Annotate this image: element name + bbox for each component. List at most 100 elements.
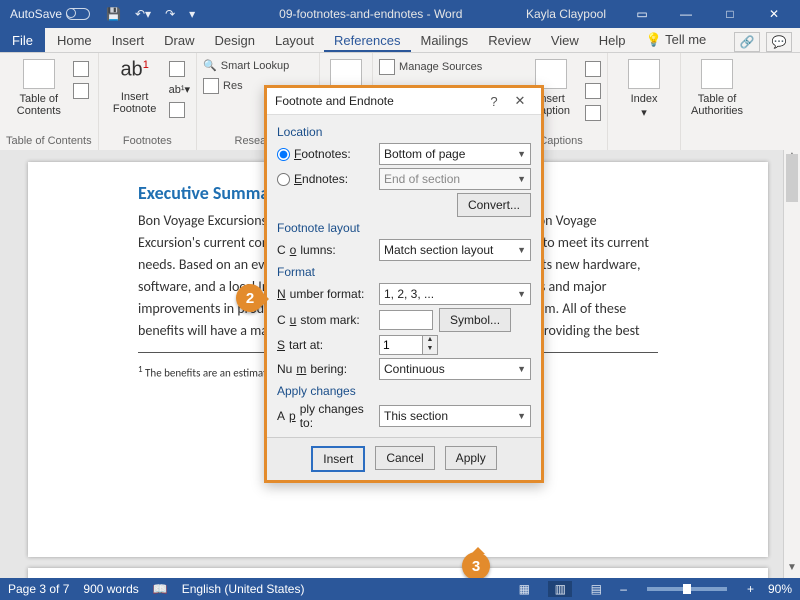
caption-opt1[interactable] bbox=[585, 61, 601, 77]
footnotes-location-combo[interactable]: Bottom of page▼ bbox=[379, 143, 531, 165]
zoom-out-button[interactable]: – bbox=[620, 582, 627, 596]
symbol-button[interactable]: Symbol... bbox=[439, 308, 511, 332]
apply-to-combo[interactable]: This section▼ bbox=[379, 405, 531, 427]
ribbon-options-icon[interactable]: ▭ bbox=[620, 0, 664, 28]
scroll-down-icon[interactable]: ▼ bbox=[784, 562, 800, 578]
zoom-in-button[interactable]: + bbox=[747, 582, 754, 596]
web-layout-icon[interactable]: ▤ bbox=[586, 581, 606, 597]
toa-icon bbox=[701, 59, 733, 89]
group-index: Index▾ bbox=[608, 53, 681, 151]
notes-icon bbox=[169, 102, 185, 118]
insert-endnote-button[interactable] bbox=[169, 61, 190, 77]
language-indicator[interactable]: English (United States) bbox=[182, 582, 305, 596]
insert-footnote-button[interactable]: ab1 Insert Footnote bbox=[105, 59, 165, 115]
footnotes-label: Footnotes: bbox=[294, 147, 351, 161]
caption-opt2[interactable] bbox=[585, 83, 601, 99]
number-format-label: Number format: bbox=[277, 287, 373, 301]
spin-down-icon[interactable]: ▼ bbox=[423, 345, 437, 354]
convert-button[interactable]: Convert... bbox=[457, 193, 531, 217]
comments-button[interactable]: 💬 bbox=[766, 32, 792, 52]
index-icon bbox=[628, 59, 660, 89]
location-group-label: Location bbox=[277, 125, 531, 139]
tell-me[interactable]: 💡 Tell me bbox=[636, 28, 717, 52]
caption-opt3[interactable] bbox=[585, 105, 601, 121]
table-of-authorities-button[interactable]: Table of Authorities bbox=[687, 59, 747, 117]
tab-insert[interactable]: Insert bbox=[102, 29, 155, 52]
next-footnote-button[interactable]: ab¹▾ bbox=[169, 83, 190, 96]
group-label: Footnotes bbox=[123, 133, 172, 149]
tab-help[interactable]: Help bbox=[589, 29, 636, 52]
format-group-label: Format bbox=[277, 265, 531, 279]
number-format-combo[interactable]: 1, 2, 3, ...▼ bbox=[379, 283, 531, 305]
zoom-slider[interactable] bbox=[647, 587, 727, 591]
user-name[interactable]: Kayla Claypool bbox=[512, 7, 620, 21]
chevron-down-icon: ▼ bbox=[517, 364, 526, 374]
chevron-down-icon: ▼ bbox=[517, 245, 526, 255]
researcher-button[interactable]: Res bbox=[203, 78, 243, 94]
close-icon[interactable]: ✕ bbox=[752, 0, 796, 28]
cancel-button[interactable]: Cancel bbox=[375, 446, 434, 470]
scroll-thumb[interactable] bbox=[786, 154, 798, 202]
toggle-off-icon bbox=[66, 8, 90, 20]
start-at-spinner[interactable]: ▲▼ bbox=[379, 335, 438, 355]
group-label: Captions bbox=[539, 133, 582, 149]
dialog-close-button[interactable]: ✕ bbox=[507, 93, 533, 109]
vertical-scrollbar[interactable]: ▲ ▼ bbox=[783, 150, 800, 578]
footnotes-radio[interactable] bbox=[277, 148, 290, 161]
columns-combo[interactable]: Match section layout▼ bbox=[379, 239, 531, 261]
tab-view[interactable]: View bbox=[541, 29, 589, 52]
footnote-endnote-dialog: Footnote and Endnote ? ✕ Location Footno… bbox=[264, 85, 544, 483]
show-notes-button[interactable] bbox=[169, 102, 190, 118]
numbering-combo[interactable]: Continuous▼ bbox=[379, 358, 531, 380]
document-title: 09-footnotes-and-endnotes - Word bbox=[279, 7, 462, 21]
tab-design[interactable]: Design bbox=[205, 29, 265, 52]
page-indicator[interactable]: Page 3 of 7 bbox=[8, 582, 69, 596]
maximize-icon[interactable]: □ bbox=[708, 0, 752, 28]
tab-layout[interactable]: Layout bbox=[265, 29, 324, 52]
add-text-icon bbox=[73, 61, 89, 77]
callout-3: 3 bbox=[462, 552, 490, 580]
endnotes-location-combo[interactable]: End of section▼ bbox=[379, 168, 531, 190]
footnote-icon: ab1 bbox=[120, 59, 150, 87]
next-page[interactable] bbox=[28, 568, 768, 578]
spin-up-icon[interactable]: ▲ bbox=[423, 336, 437, 345]
redo-icon[interactable]: ↷ bbox=[161, 5, 179, 23]
tab-mailings[interactable]: Mailings bbox=[411, 29, 479, 52]
print-layout-icon[interactable]: ▥ bbox=[548, 581, 572, 597]
group-label: Table of Contents bbox=[6, 133, 92, 149]
tab-draw[interactable]: Draw bbox=[154, 29, 204, 52]
zoom-level[interactable]: 90% bbox=[768, 582, 792, 596]
minimize-icon[interactable]: — bbox=[664, 0, 708, 28]
tab-file[interactable]: File bbox=[0, 28, 45, 52]
endnote-icon bbox=[169, 61, 185, 77]
update-table-button[interactable] bbox=[73, 83, 89, 99]
add-text-button[interactable] bbox=[73, 61, 89, 77]
custom-mark-input[interactable] bbox=[379, 310, 433, 330]
zoom-thumb[interactable] bbox=[683, 584, 691, 594]
endnotes-radio[interactable] bbox=[277, 173, 290, 186]
tab-review[interactable]: Review bbox=[478, 29, 541, 52]
group-toc: Table of Contents Table of Contents bbox=[0, 53, 99, 151]
dialog-help-button[interactable]: ? bbox=[481, 94, 507, 109]
toc-icon bbox=[23, 59, 55, 89]
manage-sources-button[interactable]: Manage Sources bbox=[379, 59, 482, 75]
index-button[interactable]: Index▾ bbox=[614, 59, 674, 119]
share-button[interactable]: 🔗 bbox=[734, 32, 760, 52]
apply-button[interactable]: Apply bbox=[445, 446, 497, 470]
table-of-contents-button[interactable]: Table of Contents bbox=[9, 59, 69, 117]
tab-home[interactable]: Home bbox=[47, 29, 102, 52]
group-toa: Table of Authorities bbox=[681, 53, 753, 151]
smart-lookup-button[interactable]: 🔍Smart Lookup bbox=[203, 59, 289, 72]
start-at-input[interactable] bbox=[379, 335, 422, 355]
word-count[interactable]: 900 words bbox=[83, 582, 138, 596]
qat-more-icon[interactable]: ▾ bbox=[185, 5, 199, 23]
save-icon[interactable]: 💾 bbox=[102, 5, 125, 23]
tab-references[interactable]: References bbox=[324, 29, 410, 52]
proofing-icon[interactable]: 📖 bbox=[153, 582, 168, 596]
update-icon bbox=[73, 83, 89, 99]
insert-button[interactable]: Insert bbox=[311, 446, 365, 472]
undo-icon[interactable]: ↶▾ bbox=[131, 5, 155, 23]
status-bar: Page 3 of 7 900 words 📖 English (United … bbox=[0, 578, 800, 600]
autosave-toggle[interactable]: AutoSave bbox=[4, 5, 96, 23]
read-mode-icon[interactable]: ▦ bbox=[514, 581, 534, 597]
